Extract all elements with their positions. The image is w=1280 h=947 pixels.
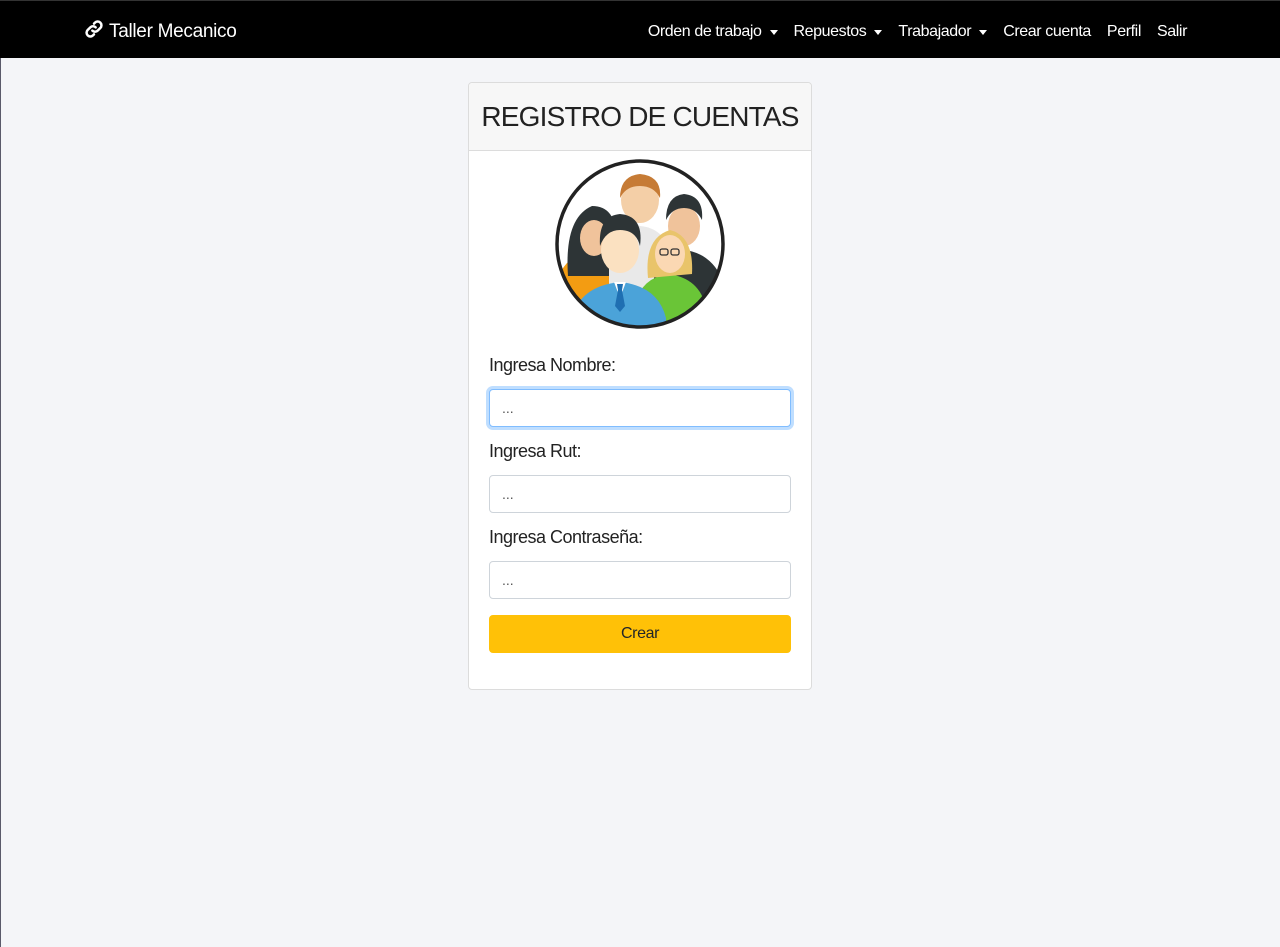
link-icon — [84, 19, 104, 45]
nav-menu: Orden de trabajo Repuestos Trabajador Cr… — [648, 19, 1188, 45]
brand-label: Taller Mecanico — [109, 21, 237, 42]
card-header: REGISTRO DE CUENTAS — [469, 83, 811, 151]
brand-link[interactable]: Taller Mecanico — [84, 19, 237, 45]
window-edge — [0, 0, 1, 947]
rut-input[interactable] — [489, 475, 791, 513]
nav-item-label: Orden de trabajo — [647, 23, 762, 40]
name-label: Ingresa Nombre: — [489, 355, 616, 375]
users-group-icon — [554, 158, 726, 330]
page-title: REGISTRO DE CUENTAS — [481, 100, 799, 132]
nav-repuestos-dropdown[interactable]: Repuestos — [794, 23, 883, 41]
create-account-button[interactable]: Crear — [489, 615, 791, 653]
register-card: REGISTRO DE CUENTAS Ingresa Nombre: ... … — [468, 82, 812, 690]
nav-orden-de-trabajo-dropdown[interactable]: Orden de trabajo — [648, 23, 778, 41]
nav-perfil-link[interactable]: Perfil — [1107, 23, 1141, 41]
caret-down-icon — [874, 30, 883, 35]
nav-crear-cuenta-link[interactable]: Crear cuenta — [1003, 23, 1091, 41]
password-label: Ingresa Contraseña: — [489, 527, 643, 547]
password-input[interactable] — [489, 561, 791, 599]
nav-item-label: Repuestos — [793, 23, 867, 40]
caret-down-icon — [979, 30, 988, 35]
name-input[interactable] — [489, 389, 791, 427]
nav-item-label: Crear cuenta — [1003, 23, 1091, 40]
caret-down-icon — [769, 30, 778, 35]
top-navbar: Taller Mecanico Orden de trabajo Repuest… — [0, 0, 1280, 58]
rut-label: Ingresa Rut: — [489, 441, 582, 461]
nav-item-label: Perfil — [1106, 23, 1141, 40]
nav-salir-link[interactable]: Salir — [1157, 23, 1187, 41]
nav-item-label: Salir — [1156, 23, 1187, 40]
nav-trabajador-dropdown[interactable]: Trabajador — [898, 23, 988, 41]
nav-item-label: Trabajador — [898, 23, 972, 40]
